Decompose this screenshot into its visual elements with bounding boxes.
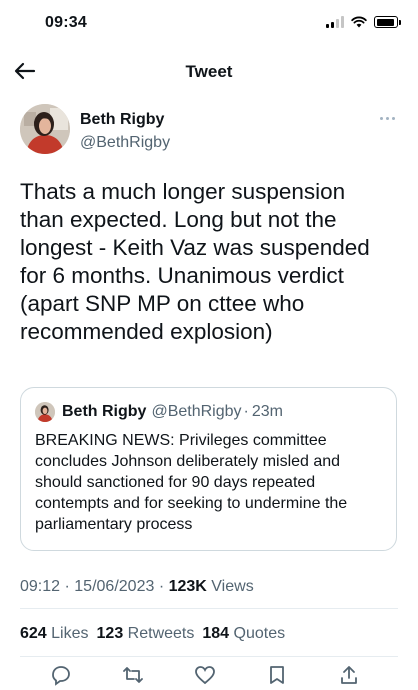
quoted-tweet-text: BREAKING NEWS: Privileges committee conc…	[35, 432, 348, 533]
share-icon	[341, 666, 357, 684]
likes-label: Likes	[51, 625, 89, 642]
meta-separator: ·	[64, 578, 70, 595]
retweets-label: Retweets	[127, 625, 195, 642]
views-label: Views	[211, 578, 254, 595]
meta-separator: ·	[158, 578, 165, 595]
retweets-stat[interactable]: 123 Retweets	[97, 625, 195, 643]
divider	[20, 656, 398, 657]
author-name[interactable]: Beth Rigby	[80, 111, 164, 129]
author-handle[interactable]: @BethRigby	[80, 134, 170, 152]
quoted-tweet[interactable]: Beth Rigby @BethRigby · 23m BREAKING NEW…	[20, 387, 397, 551]
status-bar: 09:34	[0, 0, 418, 44]
action-bar	[20, 660, 398, 690]
quoted-tweet-header: Beth Rigby @BethRigby · 23m	[35, 402, 283, 422]
reply-icon	[52, 666, 70, 686]
bookmark-button[interactable]	[264, 664, 290, 690]
likes-stat[interactable]: 624 Likes	[20, 625, 89, 643]
quoted-time: 23m	[251, 403, 283, 420]
battery-icon	[374, 16, 401, 28]
wifi-icon	[351, 16, 367, 28]
tweet-meta: 09:12 · 15/06/2023 · 123K Views	[20, 578, 254, 596]
tweet-text: Thats a much longer suspension than expe…	[20, 179, 370, 344]
tweet-author: Beth Rigby @BethRigby	[20, 104, 398, 158]
quotes-count: 184	[202, 625, 230, 642]
quotes-stat[interactable]: 184 Quotes	[202, 625, 285, 643]
like-button[interactable]	[192, 664, 218, 690]
views-count: 123K	[168, 578, 207, 595]
more-options-button[interactable]	[376, 112, 398, 124]
page-title: Tweet	[185, 62, 233, 81]
quoted-avatar	[35, 402, 55, 422]
status-icons	[326, 16, 401, 28]
share-button[interactable]	[336, 664, 362, 690]
nav-bar: Tweet	[0, 52, 418, 90]
likes-count: 624	[20, 625, 47, 642]
avatar[interactable]	[20, 104, 70, 154]
tweet-time: 09:12	[20, 578, 61, 595]
retweet-icon	[123, 667, 143, 683]
retweets-count: 123	[96, 625, 124, 642]
quoted-avatar-image	[35, 402, 55, 422]
retweet-button[interactable]	[120, 664, 146, 690]
more-icon	[379, 116, 383, 120]
status-time: 09:34	[45, 14, 87, 31]
quoted-author-name: Beth Rigby	[62, 403, 147, 420]
bookmark-icon	[270, 666, 284, 684]
divider	[20, 608, 398, 609]
quoted-separator: ·	[243, 403, 249, 420]
signal-icon	[326, 16, 344, 28]
tweet-date: 15/06/2023	[74, 578, 155, 595]
avatar-image	[20, 104, 70, 154]
reply-button[interactable]	[48, 664, 74, 690]
tweet-stats: 624 Likes 123 Retweets 184 Quotes	[20, 625, 285, 643]
quotes-label: Quotes	[233, 625, 286, 642]
like-icon	[195, 666, 215, 685]
quoted-author-handle: @BethRigby	[151, 403, 242, 420]
